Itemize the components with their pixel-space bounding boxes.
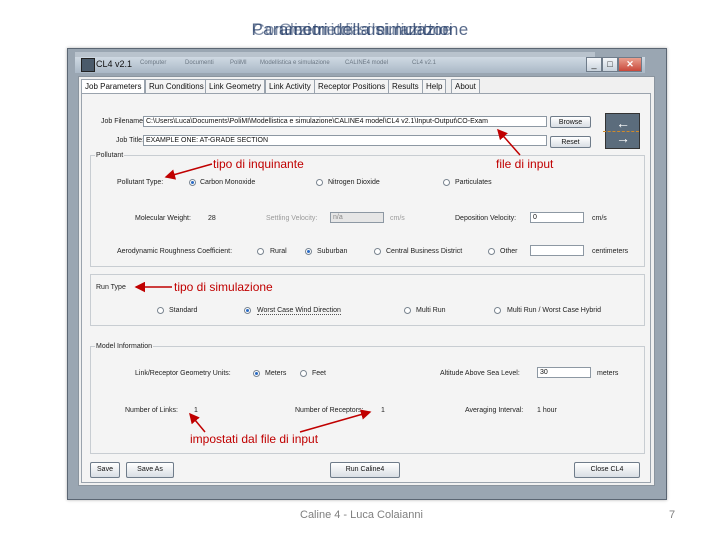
arrow-number-of-receptors xyxy=(299,409,372,433)
page-number: 7 xyxy=(669,509,676,521)
arrow-input-file xyxy=(497,128,521,156)
arrow-pollutant-type xyxy=(164,163,213,180)
slide-footer: Caline 4 - Luca Colaianni xyxy=(300,509,423,521)
arrow-number-of-links xyxy=(189,412,206,433)
annotation-arrows xyxy=(134,128,521,433)
